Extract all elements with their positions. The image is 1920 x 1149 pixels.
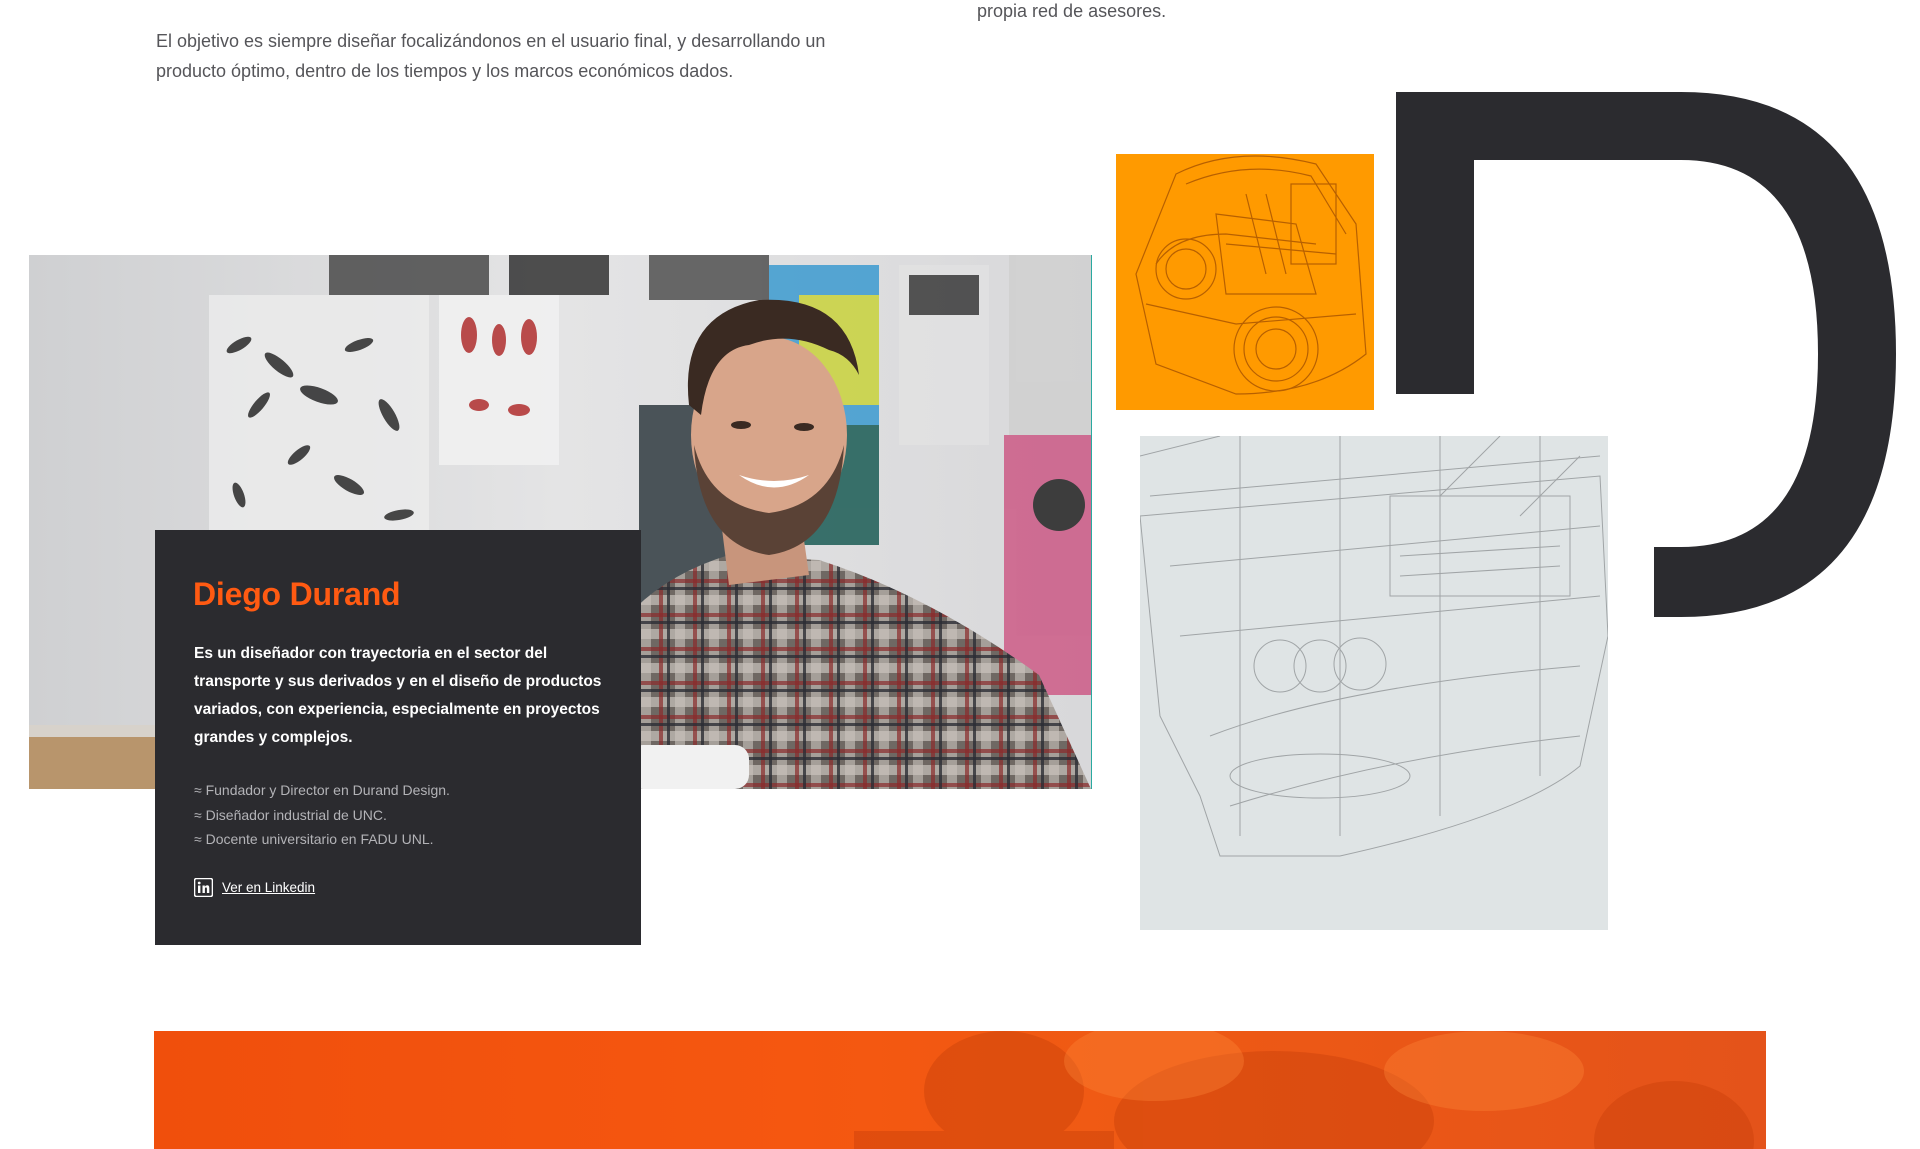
credentials-list: Fundador y Director en Durand Design. Di… [194, 778, 603, 852]
profile-bio: Es un diseñador con trayectoria en el se… [194, 645, 602, 746]
credential-item: Diseñador industrial de UNC. [194, 803, 603, 828]
brand-d-mark [1396, 92, 1896, 622]
intro-paragraph: El objetivo es siempre diseñar focalizán… [156, 31, 826, 81]
orange-photo-banner [154, 1031, 1766, 1149]
credential-item: Docente universitario en FADU UNL. [194, 827, 603, 852]
linkedin-icon[interactable] [193, 877, 214, 897]
page: El objetivo es siempre diseñar focalizán… [0, 0, 1920, 1149]
profile-card: Diego Durand Es un diseñador con trayect… [155, 530, 641, 945]
orange-sketch-tile [1116, 154, 1374, 410]
intro-paragraph-continued: propia red de asesores. [977, 1, 1167, 21]
linkedin-link-row[interactable]: Ver en Linkedin [193, 877, 603, 897]
credential-item: Fundador y Director en Durand Design. [194, 778, 603, 803]
profile-name: Diego Durand [193, 576, 401, 612]
linkedin-link[interactable]: Ver en Linkedin [222, 880, 315, 895]
